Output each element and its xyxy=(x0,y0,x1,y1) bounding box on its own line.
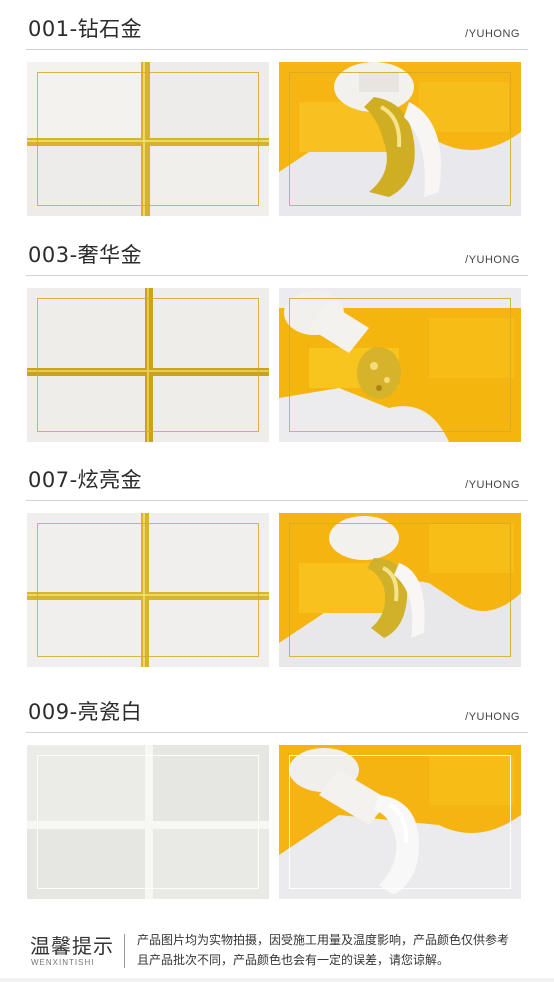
product-section-007: 007-炫亮金 /YUHONG xyxy=(0,465,554,697)
divider xyxy=(26,49,528,50)
brand-label: /YUHONG xyxy=(465,479,520,491)
tips-title: 温馨提示 xyxy=(30,934,114,958)
divider xyxy=(26,732,528,733)
tile-grout-photo xyxy=(27,62,269,216)
tips-line-1: 产品图片均为实物拍摄，因受施工用量及温度影响，产品颜色仅供参考 xyxy=(137,933,510,947)
tips-divider xyxy=(124,934,125,968)
product-title: 001-钻石金 xyxy=(28,17,143,41)
tile-grout-photo xyxy=(27,288,269,442)
brand-label: /YUHONG xyxy=(465,254,520,266)
product-section-003: 003-奢华金 /YUHONG xyxy=(0,240,554,472)
tile-grout-photo xyxy=(27,513,269,667)
product-title: 003-奢华金 xyxy=(28,243,143,267)
brand-label: /YUHONG xyxy=(465,28,520,40)
tile-grout-photo xyxy=(27,745,269,899)
product-tube-photo xyxy=(279,513,521,667)
tips-subtitle: WENXINTISHI xyxy=(31,958,95,967)
product-section-001: 001-钻石金 /YUHONG xyxy=(0,14,554,246)
product-section-009: 009-亮瓷白 /YUHONG xyxy=(0,697,554,929)
tips-line-2: 且产品批次不同，产品颜色也会有一定的误差，请您谅解。 xyxy=(137,953,450,967)
tips-text: 产品图片均为实物拍摄，因受施工用量及温度影响，产品颜色仅供参考 且产品批次不同，… xyxy=(137,930,537,970)
product-tube-photo xyxy=(279,288,521,442)
divider xyxy=(26,275,528,276)
divider xyxy=(26,500,528,501)
footer-bar xyxy=(0,978,554,982)
product-tube-photo xyxy=(279,62,521,216)
product-title: 009-亮瓷白 xyxy=(28,700,143,724)
brand-label: /YUHONG xyxy=(465,711,520,723)
product-title: 007-炫亮金 xyxy=(28,468,143,492)
product-tube-photo xyxy=(279,745,521,899)
